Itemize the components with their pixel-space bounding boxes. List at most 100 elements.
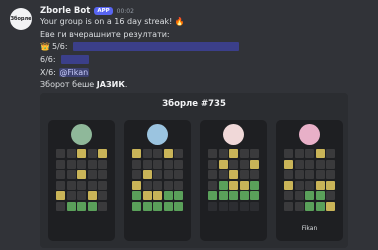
guess-tile xyxy=(315,201,325,211)
guess-tile xyxy=(87,180,97,190)
redacted-mentions xyxy=(61,55,90,64)
guess-grid xyxy=(56,149,107,211)
guess-tile xyxy=(163,159,173,169)
guess-tile xyxy=(239,191,249,200)
guess-tile xyxy=(239,149,249,158)
player-card xyxy=(48,120,115,241)
results-embed: Зборле #735 Fikan xyxy=(40,93,348,248)
guess-tile xyxy=(229,149,238,158)
player-avatar[interactable] xyxy=(71,124,92,145)
guess-tile xyxy=(153,201,162,211)
guess-tile xyxy=(326,201,335,211)
guess-tile xyxy=(239,170,249,179)
guess-tile xyxy=(56,201,65,211)
player-avatar[interactable] xyxy=(223,124,244,145)
guess-tile xyxy=(315,170,325,179)
guess-tile xyxy=(87,170,97,179)
redacted-mentions xyxy=(73,42,240,51)
guess-tile xyxy=(284,149,293,158)
result-line-1: 👑 5/6: xyxy=(40,42,240,51)
guess-tile xyxy=(305,170,314,179)
embed-title: Зборле #735 xyxy=(162,99,226,109)
guess-tile xyxy=(326,180,335,190)
guess-tile xyxy=(305,149,314,158)
word-suffix: . xyxy=(124,80,128,89)
guess-tile xyxy=(77,191,86,200)
guess-tile xyxy=(315,149,325,158)
guess-tile xyxy=(229,191,238,200)
crown-icon: 👑 xyxy=(40,42,50,51)
guess-tile xyxy=(208,170,217,179)
guess-tile xyxy=(142,201,152,211)
bot-avatar[interactable]: Збoрле xyxy=(10,8,32,30)
guess-tile xyxy=(284,180,293,190)
guess-tile xyxy=(153,149,162,158)
guess-tile xyxy=(98,201,107,211)
guess-tile xyxy=(153,159,162,169)
guess-tile xyxy=(142,191,152,200)
guess-tile xyxy=(153,180,162,190)
guess-tile xyxy=(239,180,249,190)
user-mention[interactable]: @Fikan xyxy=(58,68,90,77)
guess-tile xyxy=(163,180,173,190)
guess-tile xyxy=(66,201,76,211)
guess-tile xyxy=(98,170,107,179)
guess-tile xyxy=(56,149,65,158)
guess-tile xyxy=(218,191,228,200)
results-heading: Еве ги вчерашните резултати: xyxy=(40,30,170,39)
guess-tile xyxy=(174,159,183,169)
guess-tile xyxy=(294,180,304,190)
guess-tile xyxy=(153,191,162,200)
guess-grid xyxy=(132,149,183,211)
result-line-3: X/6: @Fikan xyxy=(40,68,90,77)
guess-tile xyxy=(208,180,217,190)
guess-tile xyxy=(294,191,304,200)
guess-tile xyxy=(77,201,86,211)
guess-tile xyxy=(142,159,152,169)
guess-tile xyxy=(229,170,238,179)
guess-tile xyxy=(305,159,314,169)
guess-tile xyxy=(239,201,249,211)
guess-tile xyxy=(98,159,107,169)
player-avatar[interactable] xyxy=(147,124,168,145)
guess-tile xyxy=(132,180,141,190)
bot-username[interactable]: Zborle Bot xyxy=(40,6,90,16)
word-of-day: ЈАЗИК xyxy=(96,80,125,89)
guess-tile xyxy=(174,149,183,158)
guess-tile xyxy=(250,191,259,200)
guess-tile xyxy=(174,180,183,190)
result-line-2: 6/6: xyxy=(40,55,90,64)
guess-tile xyxy=(294,201,304,211)
guess-tile xyxy=(142,180,152,190)
guess-tile xyxy=(250,180,259,190)
guess-tile xyxy=(315,180,325,190)
guess-tile xyxy=(77,170,86,179)
guess-tile xyxy=(132,149,141,158)
guess-tile xyxy=(77,180,86,190)
guess-tile xyxy=(87,149,97,158)
guess-tile xyxy=(284,170,293,179)
guess-tile xyxy=(174,191,183,200)
guess-tile xyxy=(56,159,65,169)
guess-tile xyxy=(87,159,97,169)
word-line: Зборот беше ЈАЗИК. xyxy=(40,80,127,89)
guess-tile xyxy=(229,201,238,211)
guess-tile xyxy=(66,180,76,190)
player-name: Fikan xyxy=(301,225,318,232)
guess-tile xyxy=(315,191,325,200)
result-score: 5/6: xyxy=(51,42,68,51)
guess-tile xyxy=(250,159,259,169)
guess-tile xyxy=(208,201,217,211)
guess-tile xyxy=(163,170,173,179)
guess-tile xyxy=(66,159,76,169)
guess-tile xyxy=(250,149,259,158)
guess-tile xyxy=(56,180,65,190)
player-card xyxy=(200,120,267,241)
guess-tile xyxy=(305,201,314,211)
guess-tile xyxy=(132,159,141,169)
player-avatar[interactable] xyxy=(299,124,320,145)
guess-tile xyxy=(284,159,293,169)
guess-tile xyxy=(305,191,314,200)
message-timestamp[interactable]: 00:02 xyxy=(117,8,134,15)
guess-tile xyxy=(294,170,304,179)
